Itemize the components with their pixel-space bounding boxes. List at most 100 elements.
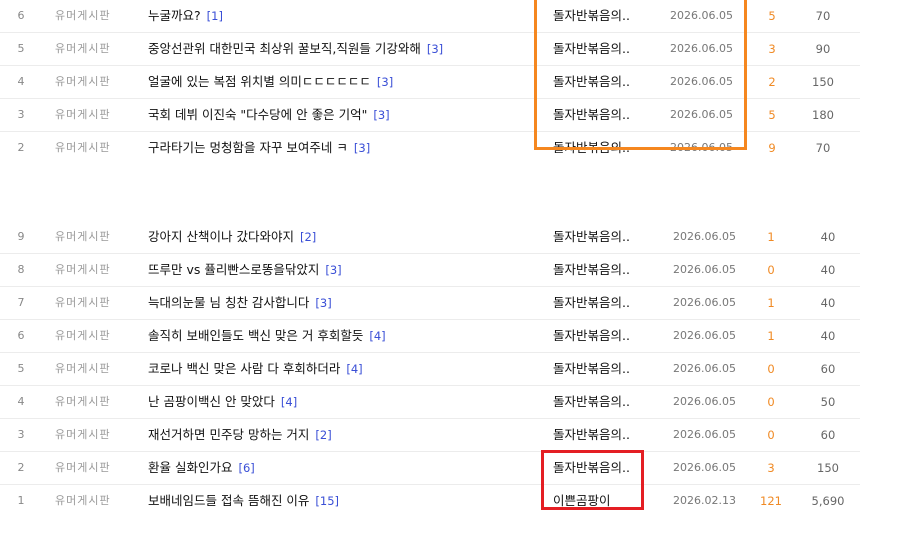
author-name[interactable]: 돌자반볶음의.. <box>553 221 647 253</box>
post-title-link[interactable]: 재선거하면 민주당 망하는 거지 [2] <box>148 419 332 451</box>
view-count: 150 <box>817 461 839 475</box>
recommend-count: 0 <box>767 395 775 409</box>
author-name[interactable]: 돌자반볶음의.. <box>553 287 647 319</box>
comment-count[interactable]: [3] <box>354 141 370 155</box>
post-title[interactable]: 뜨루만 vs 퓰리빤스로똥을닦았지 <box>148 262 319 277</box>
post-row[interactable]: 6 유머게시판 솔직히 보배인들도 백신 맞은 거 후회할듯 [4] 돌자반볶음의.. 2… <box>0 320 860 353</box>
comment-count[interactable]: [15] <box>315 494 339 508</box>
post-date: 2026.06.05 <box>670 75 733 88</box>
post-number: 4 <box>17 75 25 88</box>
comment-count[interactable]: [4] <box>369 329 385 343</box>
post-title[interactable]: 환율 실화인가요 <box>148 460 232 475</box>
author-name[interactable]: 돌자반볶음의.. <box>553 386 647 418</box>
comment-count[interactable]: [4] <box>281 395 297 409</box>
recommend-count: 3 <box>767 461 775 475</box>
post-date: 2026.06.05 <box>673 230 736 243</box>
post-row[interactable]: 7 유머게시판 늑대의눈물 님 칭찬 감사합니다 [3] 돌자반볶음의.. 2026.06… <box>0 287 860 320</box>
post-title[interactable]: 재선거하면 민주당 망하는 거지 <box>148 427 309 442</box>
post-title[interactable]: 구라타기는 멍청함을 자꾸 보여주네 ㅋ <box>148 140 348 155</box>
post-title-link[interactable]: 뜨루만 vs 퓰리빤스로똥을닦았지 [3] <box>148 254 342 286</box>
comment-count[interactable]: [6] <box>238 461 254 475</box>
post-title-link[interactable]: 보배네임드들 접속 뜸해진 이유 [15] <box>148 485 339 517</box>
view-count: 150 <box>812 75 834 89</box>
author-name[interactable]: 돌자반볶음의.. <box>553 419 647 451</box>
post-title-link[interactable]: 구라타기는 멍청함을 자꾸 보여주네 ㅋ [3] <box>148 132 370 164</box>
post-title-link[interactable]: 누굴까요? [1] <box>148 0 223 32</box>
author-name[interactable]: 돌자반볶음의.. <box>553 33 647 65</box>
view-count: 70 <box>815 9 831 23</box>
view-count: 40 <box>820 263 836 277</box>
post-title[interactable]: 난 곰팡이백신 안 맞았다 <box>148 394 275 409</box>
post-title[interactable]: 강아지 산책이나 갔다와야지 <box>148 229 294 244</box>
post-date: 2026.06.05 <box>673 296 736 309</box>
board-name: 유머게시판 <box>55 263 111 276</box>
comment-count[interactable]: [3] <box>315 296 331 310</box>
post-title[interactable]: 보배네임드들 접속 뜸해진 이유 <box>148 493 309 508</box>
post-row[interactable]: 4 유머게시판 난 곰팡이백신 안 맞았다 [4] 돌자반볶음의.. 2026.06.05… <box>0 386 860 419</box>
post-row[interactable]: 2 유머게시판 환율 실화인가요 [6] 돌자반볶음의.. 2026.06.05 3 150 <box>0 452 860 485</box>
board-name: 유머게시판 <box>55 42 111 55</box>
recommend-count: 1 <box>767 296 775 310</box>
post-title-link[interactable]: 강아지 산책이나 갔다와야지 [2] <box>148 221 316 253</box>
post-title[interactable]: 국회 데뷔 이진숙 "다수당에 안 좋은 기억" <box>148 107 367 122</box>
post-title-link[interactable]: 솔직히 보배인들도 백신 맞은 거 후회할듯 [4] <box>148 320 386 352</box>
post-row[interactable]: 3 유머게시판 국회 데뷔 이진숙 "다수당에 안 좋은 기억" [3] 돌자반볶음의.… <box>0 99 860 132</box>
post-number: 2 <box>17 141 25 154</box>
recommend-count: 121 <box>760 494 782 508</box>
post-row[interactable]: 9 유머게시판 강아지 산책이나 갔다와야지 [2] 돌자반볶음의.. 2026.06.0… <box>0 221 860 254</box>
author-name[interactable]: 돌자반볶음의.. <box>553 0 647 32</box>
recommend-count: 0 <box>767 263 775 277</box>
recommend-count: 0 <box>767 362 775 376</box>
author-name[interactable]: 돌자반볶음의.. <box>553 452 647 484</box>
author-name[interactable]: 돌자반볶음의.. <box>553 99 647 131</box>
post-row[interactable]: 3 유머게시판 재선거하면 민주당 망하는 거지 [2] 돌자반볶음의.. 2026.06… <box>0 419 860 452</box>
post-row[interactable]: 6 유머게시판 누굴까요? [1] 돌자반볶음의.. 2026.06.05 5 70 <box>0 0 860 33</box>
post-title-link[interactable]: 얼굴에 있는 복점 위치별 의미ㄷㄷㄷㄷㄷㄷ [3] <box>148 66 393 98</box>
post-title[interactable]: 얼굴에 있는 복점 위치별 의미ㄷㄷㄷㄷㄷㄷ <box>148 74 371 89</box>
author-name[interactable]: 돌자반볶음의.. <box>553 132 647 164</box>
post-row[interactable]: 1 유머게시판 보배네임드들 접속 뜸해진 이유 [15] 이쁜곰팡이 2026.02.1… <box>0 485 860 517</box>
post-title-link[interactable]: 국회 데뷔 이진숙 "다수당에 안 좋은 기억" [3] <box>148 99 390 131</box>
post-number: 8 <box>17 263 25 276</box>
post-row[interactable]: 8 유머게시판 뜨루만 vs 퓰리빤스로똥을닦았지 [3] 돌자반볶음의.. 2026.0… <box>0 254 860 287</box>
comment-count[interactable]: [2] <box>300 230 316 244</box>
post-title[interactable]: 코로나 백신 맞은 사람 다 후회하더라 <box>148 361 340 376</box>
post-row[interactable]: 5 유머게시판 코로나 백신 맞은 사람 다 후회하더라 [4] 돌자반볶음의.. 202… <box>0 353 860 386</box>
board-name: 유머게시판 <box>55 108 111 121</box>
post-title-link[interactable]: 코로나 백신 맞은 사람 다 후회하더라 [4] <box>148 353 363 385</box>
author-name[interactable]: 이쁜곰팡이 <box>553 485 647 517</box>
post-title[interactable]: 솔직히 보배인들도 백신 맞은 거 후회할듯 <box>148 328 363 343</box>
recommend-count: 3 <box>768 42 776 56</box>
recommend-count: 1 <box>767 329 775 343</box>
comment-count[interactable]: [2] <box>315 428 331 442</box>
comment-count[interactable]: [3] <box>373 108 389 122</box>
board-name: 유머게시판 <box>55 428 111 441</box>
post-title[interactable]: 늑대의눈물 님 칭찬 감사합니다 <box>148 295 309 310</box>
comment-count[interactable]: [1] <box>207 9 223 23</box>
post-row[interactable]: 5 유머게시판 중앙선관위 대한민국 최상위 꿀보직,직원들 기강와해 [3] 돌자반볶… <box>0 33 860 66</box>
post-title[interactable]: 중앙선관위 대한민국 최상위 꿀보직,직원들 기강와해 <box>148 41 421 56</box>
post-number: 7 <box>17 296 25 309</box>
post-number: 4 <box>17 395 25 408</box>
post-title-link[interactable]: 환율 실화인가요 [6] <box>148 452 255 484</box>
author-name[interactable]: 돌자반볶음의.. <box>553 353 647 385</box>
post-date: 2026.06.05 <box>673 329 736 342</box>
post-title[interactable]: 누굴까요? <box>148 8 201 23</box>
comment-count[interactable]: [4] <box>346 362 362 376</box>
post-title-link[interactable]: 중앙선관위 대한민국 최상위 꿀보직,직원들 기강와해 [3] <box>148 33 443 65</box>
post-title-link[interactable]: 늑대의눈물 님 칭찬 감사합니다 [3] <box>148 287 332 319</box>
post-row[interactable]: 2 유머게시판 구라타기는 멍청함을 자꾸 보여주네 ㅋ [3] 돌자반볶음의.. 202… <box>0 132 860 164</box>
comment-count[interactable]: [3] <box>325 263 341 277</box>
author-name[interactable]: 돌자반볶음의.. <box>553 320 647 352</box>
post-title-link[interactable]: 난 곰팡이백신 안 맞았다 [4] <box>148 386 297 418</box>
view-count: 40 <box>820 296 836 310</box>
recommend-count: 5 <box>768 9 776 23</box>
post-date: 2026.06.05 <box>670 141 733 154</box>
comment-count[interactable]: [3] <box>427 42 443 56</box>
author-name[interactable]: 돌자반볶음의.. <box>553 66 647 98</box>
view-count: 180 <box>812 108 834 122</box>
comment-count[interactable]: [3] <box>377 75 393 89</box>
post-date: 2026.06.05 <box>670 42 733 55</box>
post-row[interactable]: 4 유머게시판 얼굴에 있는 복점 위치별 의미ㄷㄷㄷㄷㄷㄷ [3] 돌자반볶음의.. 2… <box>0 66 860 99</box>
author-name[interactable]: 돌자반볶음의.. <box>553 254 647 286</box>
